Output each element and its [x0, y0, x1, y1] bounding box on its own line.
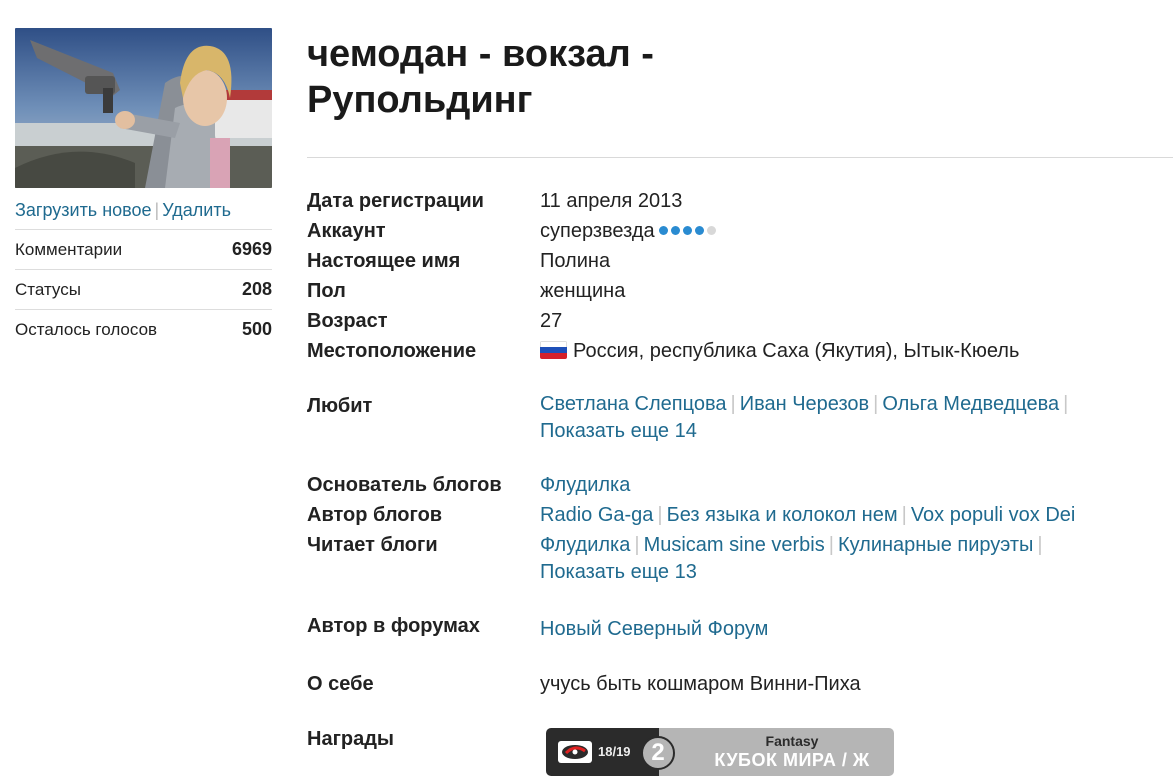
award-category: Fantasy: [765, 733, 819, 749]
level-dot-filled: [670, 226, 680, 236]
field-gender: Пол женщина: [307, 276, 1173, 306]
account-type: суперзвезда: [540, 220, 655, 242]
field-value: Россия, республика Саха (Якутия), Ытык-К…: [540, 336, 1173, 366]
separator: |: [901, 504, 907, 526]
separator: |: [657, 504, 663, 526]
profile-sidebar: Загрузить новое | Удалить Комментарии 6969…: [15, 28, 272, 349]
field-value: 11 апреля 2013: [540, 190, 683, 212]
level-dot-filled: [658, 226, 668, 236]
field-label: Основатель блогов: [307, 474, 502, 496]
delete-avatar-link[interactable]: Удалить: [162, 200, 231, 220]
field-value: суперзвезда: [540, 216, 1173, 246]
field-label: Аккаунт: [307, 220, 386, 242]
separator: |: [730, 393, 736, 415]
field-registration: Дата регистрации 11 апреля 2013: [307, 186, 1173, 216]
avatar-actions: Загрузить новое | Удалить: [15, 199, 272, 221]
level-dot-filled: [682, 226, 692, 236]
liked-user-link[interactable]: Светлана Слепцова: [540, 393, 726, 415]
field-label: Местоположение: [307, 340, 477, 362]
field-value: Полина: [540, 250, 611, 272]
award-text: Fantasy КУБОК МИРА / Ж: [697, 733, 887, 771]
stat-label: Комментарии: [15, 239, 123, 259]
stat-row-statuses: Статусы 208: [15, 269, 272, 309]
stat-label: Статусы: [15, 279, 81, 299]
level-dot-filled: [694, 226, 704, 236]
field-awards: Награды 18/19 2 Fantasy КУБОК МИРА / Ж: [307, 724, 1173, 776]
blog-link[interactable]: Musicam sine verbis: [644, 534, 825, 556]
field-label: Дата регистрации: [307, 190, 484, 212]
field-label: Пол: [307, 280, 346, 302]
separator: |: [1037, 534, 1043, 556]
field-age: Возраст 27: [307, 306, 1173, 336]
field-value: учусь быть кошмаром Винни-Пиха: [540, 673, 861, 695]
field-value: Флудилка | Musicam sine verbis | Кулинарные …: [540, 530, 1173, 586]
field-forums: Автор в форумах Новый Северный Форум: [307, 611, 1173, 644]
profile-fields: Дата регистрации 11 апреля 2013 Аккаунт …: [307, 186, 1173, 776]
blog-link[interactable]: Флудилка: [540, 474, 630, 496]
show-more-likes-link[interactable]: Показать еще 14: [540, 420, 697, 442]
field-value: 18/19 2 Fantasy КУБОК МИРА / Ж: [540, 724, 1173, 776]
field-label: Возраст: [307, 310, 388, 332]
field-reads-blogs: Читает блоги Флудилка | Musicam sine verbi…: [307, 530, 1173, 586]
blog-link[interactable]: Vox populi vox Dei: [911, 504, 1076, 526]
location-text: Россия, республика Саха (Якутия), Ытык-К…: [573, 340, 1020, 362]
liked-user-link[interactable]: Иван Черезов: [740, 393, 869, 415]
stat-row-votes-left: Осталось голосов 500: [15, 309, 272, 349]
avatar[interactable]: [15, 28, 272, 188]
field-value: Светлана Слепцова | Иван Черезов | Ольга Мед…: [540, 391, 1173, 445]
field-label: Читает блоги: [307, 534, 438, 556]
separator: |: [828, 534, 834, 556]
field-label: Автор в форумах: [307, 615, 480, 637]
stat-value: 500: [241, 319, 272, 339]
field-blog-founder: Основатель блогов Флудилка: [307, 470, 1173, 500]
blog-link[interactable]: Флудилка: [540, 534, 630, 556]
award-place: 2: [641, 736, 675, 770]
blog-link[interactable]: Без языка и колокол нем: [667, 504, 898, 526]
avatar-image: [15, 28, 272, 188]
stat-label: Осталось голосов: [15, 319, 158, 339]
separator: |: [154, 200, 160, 220]
stat-value: 6969: [231, 239, 272, 259]
field-location: Местоположение Россия, республика Саха (…: [307, 336, 1173, 366]
field-label: О себе: [307, 673, 374, 695]
field-value: Новый Северный Форум: [540, 611, 1173, 644]
account-level-indicator: [658, 226, 716, 236]
field-blog-author: Автор блогов Radio Ga-ga | Без языка и кол…: [307, 500, 1173, 530]
level-dot-empty: [706, 226, 716, 236]
separator: |: [634, 534, 640, 556]
forum-link[interactable]: Новый Северный Форум: [540, 618, 768, 640]
field-label: Награды: [307, 728, 395, 750]
separator: |: [873, 393, 879, 415]
field-value: Флудилка: [540, 470, 1173, 500]
upload-avatar-link[interactable]: Загрузить новое: [15, 200, 152, 220]
field-label: Автор блогов: [307, 504, 443, 526]
blog-link[interactable]: Кулинарные пируэты: [838, 534, 1033, 556]
divider: [307, 157, 1173, 158]
show-more-blogs-link[interactable]: Показать еще 13: [540, 561, 697, 583]
field-account: Аккаунт суперзвезда: [307, 216, 1173, 246]
field-about: О себе учусь быть кошмаром Винни-Пиха: [307, 669, 1173, 699]
field-label: Любит: [307, 395, 373, 417]
field-likes: Любит Светлана Слепцова | Иван Черезов | Оль…: [307, 391, 1173, 445]
award-season: 18/19: [598, 744, 631, 759]
russia-flag-icon: [540, 340, 567, 359]
field-real-name: Настоящее имя Полина: [307, 246, 1173, 276]
field-label: Настоящее имя: [307, 250, 461, 272]
profile-main: чемодан - вокзал - Рупольдинг Дата регис…: [307, 28, 1173, 776]
page-title: чемодан - вокзал - Рупольдинг: [307, 33, 654, 121]
liked-user-link[interactable]: Ольга Медведцева: [882, 393, 1059, 415]
separator: |: [1063, 393, 1069, 415]
field-value: Radio Ga-ga | Без языка и колокол нем | Vox …: [540, 500, 1173, 530]
award-badge[interactable]: 18/19 2 Fantasy КУБОК МИРА / Ж: [546, 728, 894, 776]
stat-value: 208: [241, 279, 272, 299]
field-value: женщина: [540, 280, 626, 302]
award-title: КУБОК МИРА / Ж: [714, 750, 870, 770]
biathlon-logo-icon: [558, 741, 592, 763]
award-badge-right: 2 Fantasy КУБОК МИРА / Ж: [641, 728, 894, 776]
stats-list: Комментарии 6969 Статусы 208 Осталось го…: [15, 229, 272, 349]
blog-link[interactable]: Radio Ga-ga: [540, 504, 653, 526]
field-value: 27: [540, 310, 563, 332]
stat-row-comments: Комментарии 6969: [15, 229, 272, 269]
